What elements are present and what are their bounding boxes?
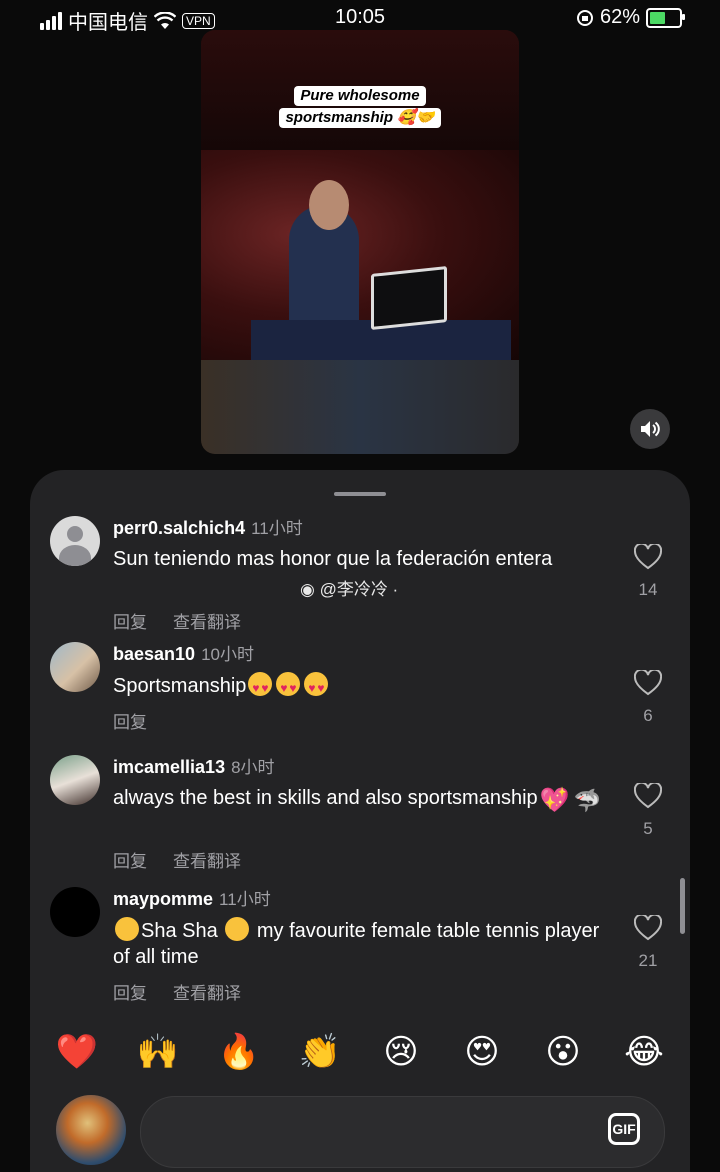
see-translation-button[interactable]: 查看翻译 xyxy=(173,984,241,1003)
comment-text: Sportsmanship xyxy=(113,672,613,701)
video-tablet xyxy=(371,266,447,330)
comment-input[interactable] xyxy=(140,1096,665,1168)
heart-eyes-emoji xyxy=(248,672,273,701)
reply-button[interactable]: 回复 xyxy=(113,984,147,1003)
comment-text: Sun teniendo mas honor que la federación… xyxy=(113,548,553,570)
avatar[interactable] xyxy=(50,887,100,937)
comment-username[interactable]: maypomme 11小时 xyxy=(113,885,271,910)
video-player[interactable]: Pure wholesome sportsmanship 🥰🤝 xyxy=(201,30,519,454)
video-blurred-area xyxy=(201,360,519,454)
video-person-head xyxy=(309,180,349,230)
reply-button[interactable]: 回复 xyxy=(113,613,147,632)
quick-reactions-bar: ❤️ 🙌 🔥 👏 😢 😍 😮 😂 xyxy=(30,1030,690,1080)
like-control[interactable]: 5 xyxy=(628,783,668,839)
gif-button[interactable]: GIF xyxy=(608,1113,640,1145)
smiling-hearts-emoji xyxy=(225,917,250,941)
like-control[interactable]: 21 xyxy=(628,915,668,971)
heart-outline-icon[interactable] xyxy=(634,915,662,941)
battery-percent: 62% xyxy=(599,6,640,28)
comment-text: always the best in skills and also sport… xyxy=(113,787,601,814)
reply-button[interactable]: 回复 xyxy=(113,852,147,871)
comment-actions: 回复 查看翻译 xyxy=(113,847,267,872)
reaction-surprised[interactable]: 😮 xyxy=(541,1030,585,1074)
kiss-face-emoji xyxy=(115,917,139,941)
reaction-heart-eyes[interactable]: 😍 xyxy=(460,1030,504,1074)
comment-time: 11小时 xyxy=(219,890,271,909)
comment-actions: 回复 查看翻译 xyxy=(113,979,267,1004)
weibo-watermark: ◉ @李冷冷 · xyxy=(300,580,399,599)
comment-time: 11小时 xyxy=(251,519,303,538)
reaction-laughing[interactable]: 😂 xyxy=(622,1030,666,1074)
reaction-fire[interactable]: 🔥 xyxy=(217,1030,261,1074)
scrollbar[interactable] xyxy=(680,878,685,934)
heart-outline-icon[interactable] xyxy=(634,670,662,696)
video-frame xyxy=(201,150,519,360)
caption-line-1: Pure wholesome xyxy=(294,86,426,106)
reaction-clap[interactable]: 👏 xyxy=(298,1030,342,1074)
avatar[interactable] xyxy=(50,755,100,805)
like-count: 14 xyxy=(638,580,658,599)
status-bar: 中国电信 VPN 10:05 62% xyxy=(0,0,720,34)
comment-username[interactable]: baesan10 10小时 xyxy=(113,640,254,665)
heart-eyes-emoji xyxy=(304,672,329,701)
comment-username[interactable]: perr0.salchich4 11小时 xyxy=(113,514,303,539)
heart-outline-icon[interactable] xyxy=(634,544,662,570)
heart-eyes-emoji xyxy=(276,672,301,701)
comment-text: Sha Sha my favourite female table tennis… xyxy=(113,917,613,970)
comment-username[interactable]: imcamellia13 8小时 xyxy=(113,753,275,778)
like-control[interactable]: 6 xyxy=(628,670,668,726)
reaction-heart[interactable]: ❤️ xyxy=(55,1030,99,1074)
caption-line-2: sportsmanship 🥰🤝 xyxy=(279,108,441,128)
comment-time: 8小时 xyxy=(231,758,275,777)
status-right: 62% xyxy=(576,6,685,29)
like-control[interactable]: 14 xyxy=(628,544,668,600)
sound-toggle-button[interactable] xyxy=(630,409,670,449)
orientation-lock-icon xyxy=(576,9,593,26)
sparkling-heart-emoji: 💖 xyxy=(539,787,570,814)
comment-time: 10小时 xyxy=(201,645,254,664)
reply-button[interactable]: 回复 xyxy=(113,713,147,732)
video-caption: Pure wholesome sportsmanship 🥰🤝 xyxy=(271,85,449,129)
see-translation-button[interactable]: 查看翻译 xyxy=(173,852,241,871)
heart-outline-icon[interactable] xyxy=(634,783,662,809)
reaction-raised-hands[interactable]: 🙌 xyxy=(136,1030,180,1074)
reaction-crying[interactable]: 😢 xyxy=(379,1030,423,1074)
see-translation-button[interactable]: 查看翻译 xyxy=(173,613,241,632)
sheet-drag-handle[interactable] xyxy=(334,492,386,496)
comment-actions: 回复 xyxy=(113,708,173,733)
like-count: 6 xyxy=(643,706,653,725)
avatar[interactable] xyxy=(50,516,100,566)
avatar[interactable] xyxy=(50,642,100,692)
current-user-avatar xyxy=(56,1095,126,1165)
comment-actions: 回复 查看翻译 xyxy=(113,608,267,633)
weibo-icon: ◉ xyxy=(300,580,320,599)
like-count: 21 xyxy=(638,951,658,970)
shark-emoji: 🦈 xyxy=(573,788,601,813)
speaker-icon xyxy=(641,421,660,437)
battery-icon xyxy=(646,7,685,28)
like-count: 5 xyxy=(643,819,653,838)
